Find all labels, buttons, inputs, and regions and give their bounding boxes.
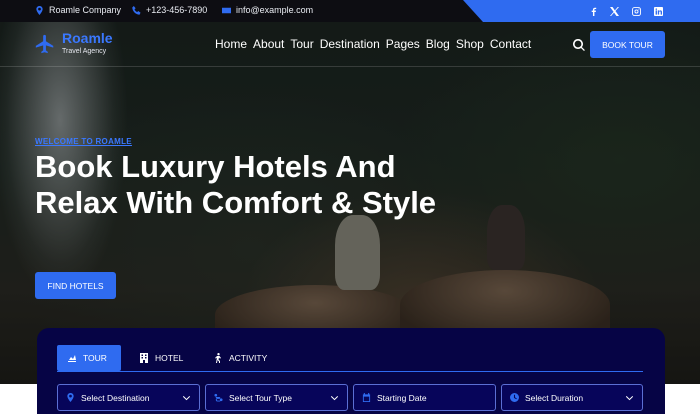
location-pin-icon — [36, 5, 43, 15]
tab-activity[interactable]: ACTIVITY — [203, 345, 279, 371]
phone-info[interactable]: +123-456-7890 — [132, 5, 207, 15]
header-divider — [0, 66, 700, 67]
duration-select-value: Select Duration — [525, 392, 584, 403]
chevron-down-icon — [625, 395, 634, 401]
hotel-icon — [140, 353, 148, 363]
book-tour-button[interactable]: BOOK TOUR — [590, 31, 665, 58]
chevron-down-icon — [182, 395, 191, 401]
tab-hotel[interactable]: HOTEL — [129, 345, 195, 371]
search-tabs: TOUR HOTEL ACTIVITY — [57, 345, 279, 371]
company-name: Roamle Company — [49, 5, 122, 15]
tour-type-select[interactable]: Select Tour Type — [205, 384, 348, 411]
duration-select[interactable]: Select Duration — [501, 384, 643, 411]
calendar-icon — [362, 393, 371, 402]
phone-icon — [132, 5, 141, 15]
facebook-icon[interactable] — [587, 5, 599, 17]
instagram-icon[interactable] — [630, 5, 642, 17]
find-hotels-button[interactable]: FIND HOTELS — [35, 272, 116, 299]
route-icon — [214, 393, 223, 402]
tab-tour[interactable]: TOUR — [57, 345, 121, 371]
nav-item-destination[interactable]: Destination — [320, 37, 380, 51]
location-pin-icon — [67, 393, 74, 402]
tour-icon — [68, 355, 76, 362]
x-icon[interactable] — [608, 5, 620, 17]
brand-tagline: Travel Agency — [62, 48, 107, 55]
hero-headline: Book Luxury Hotels And Relax With Comfor… — [35, 149, 437, 220]
starting-date-value: Starting Date — [377, 392, 427, 403]
activity-icon — [215, 353, 221, 363]
email-address: info@example.com — [236, 5, 314, 15]
destination-select-value: Select Destination — [81, 392, 150, 403]
tour-type-select-value: Select Tour Type — [229, 392, 293, 403]
nav-item-shop[interactable]: Shop — [456, 37, 484, 51]
tab-label: ACTIVITY — [229, 353, 268, 363]
tab-label: HOTEL — [155, 353, 184, 363]
nav-item-about[interactable]: About — [253, 37, 284, 51]
email-icon — [222, 7, 231, 13]
brand-name: Roamle — [62, 30, 113, 46]
airplane-icon — [35, 34, 54, 54]
nav-item-home[interactable]: Home — [215, 37, 247, 51]
destination-select[interactable]: Select Destination — [57, 384, 200, 411]
hero-eyebrow: WELCOME TO ROAMLE — [35, 137, 132, 146]
nav-item-blog[interactable]: Blog — [426, 37, 450, 51]
search-button[interactable] — [573, 38, 585, 51]
nav-item-pages[interactable]: Pages — [386, 37, 420, 51]
brand-logo[interactable]: Roamle Travel Agency — [34, 30, 113, 55]
phone-number: +123-456-7890 — [146, 5, 208, 15]
main-nav: Home About Tour Destination Pages Blog S… — [215, 37, 537, 51]
company-info: Roamle Company — [35, 5, 121, 15]
chevron-down-icon — [330, 395, 339, 401]
nav-item-tour[interactable]: Tour — [290, 37, 313, 51]
tab-label: TOUR — [83, 353, 107, 363]
nav-item-contact[interactable]: Contact — [490, 37, 531, 51]
linkedin-icon[interactable] — [652, 5, 664, 17]
email-info[interactable]: info@example.com — [222, 5, 313, 15]
tabs-underline — [57, 371, 643, 372]
search-icon — [573, 39, 585, 51]
starting-date-field[interactable]: Starting Date — [353, 384, 496, 411]
clock-icon — [510, 393, 519, 402]
